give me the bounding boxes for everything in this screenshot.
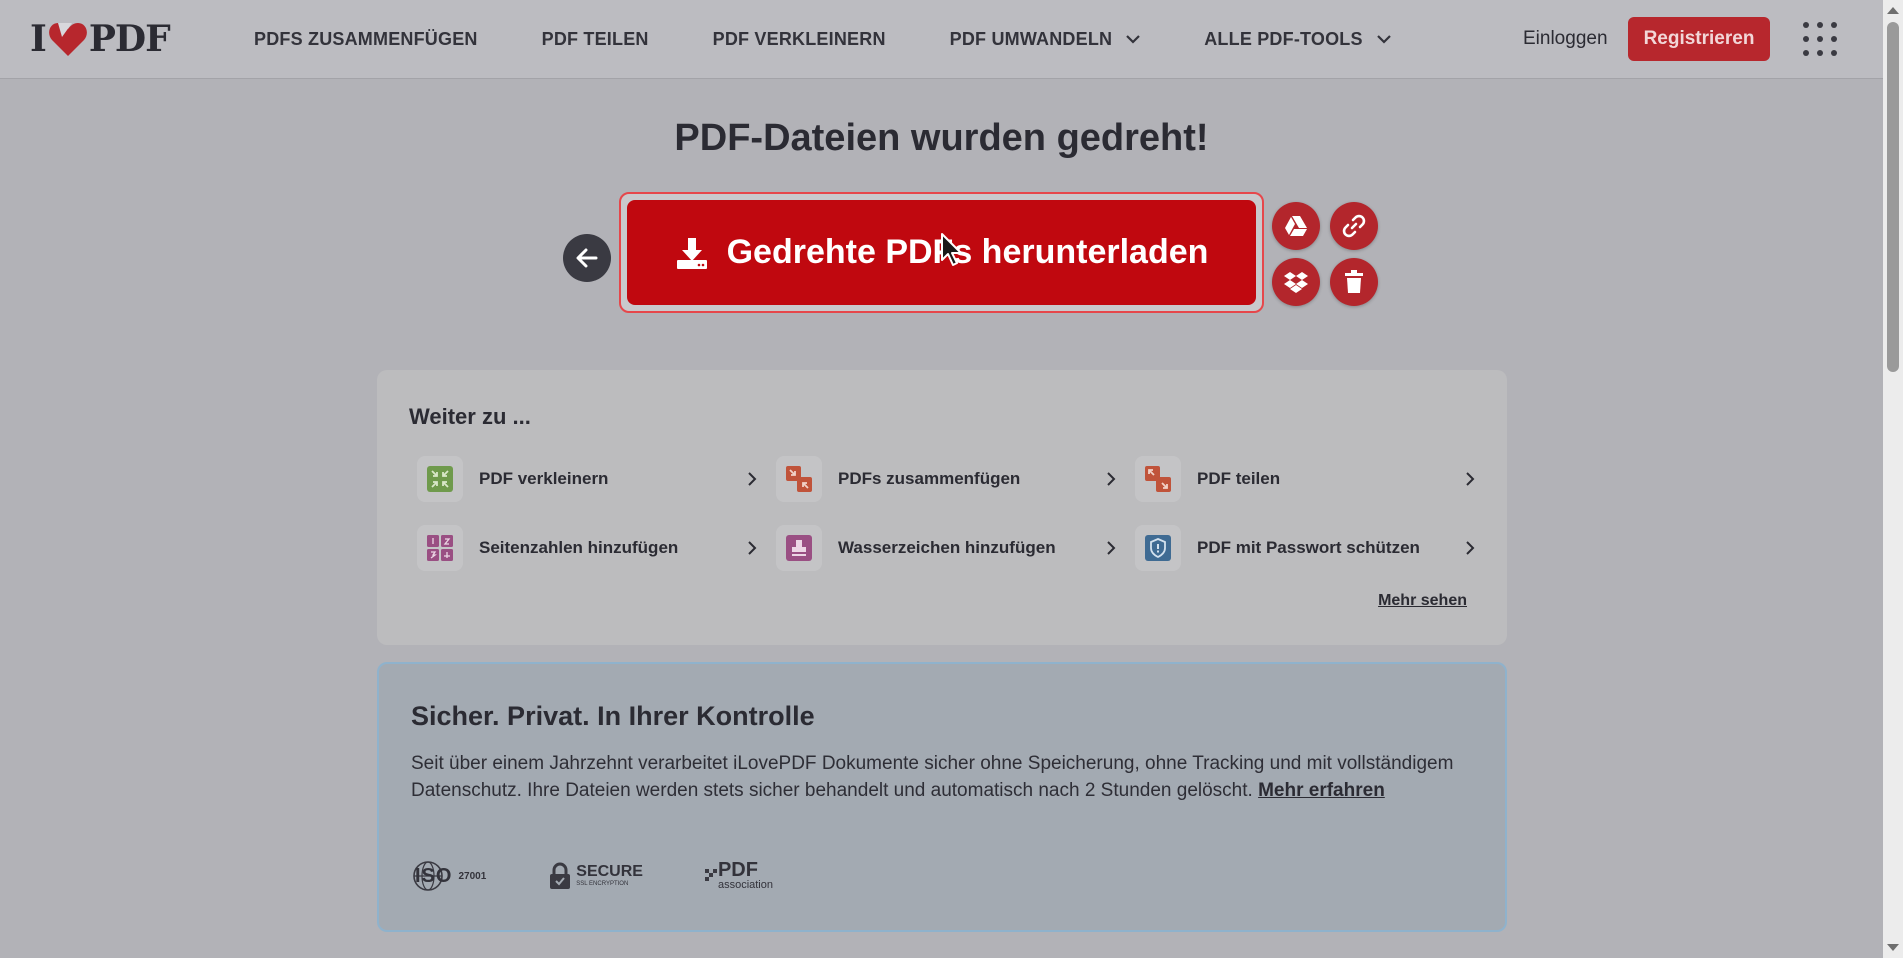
stamp-icon	[786, 535, 812, 561]
see-more-link[interactable]: Mehr sehen	[1378, 592, 1467, 610]
certification-badges: ISO 27001 SECURE SSL ENCRYPTION PDF asso…	[411, 860, 835, 892]
pdf-association-logo-icon	[704, 869, 717, 881]
tool-link-merge-pdf[interactable]: PDFs zusammenfügen	[776, 455, 1116, 503]
scroll-up-arrow-icon[interactable]	[1887, 7, 1899, 14]
mouse-cursor-icon	[941, 233, 962, 266]
learn-more-link[interactable]: Mehr erfahren	[1258, 780, 1385, 801]
security-info-card: Sicher. Privat. In Ihrer Kontrolle Seit …	[377, 662, 1507, 932]
save-to-google-drive-button[interactable]	[1272, 202, 1320, 250]
page-numbers-icon	[427, 535, 453, 561]
page-scrollbar[interactable]	[1883, 0, 1903, 958]
chevron-right-icon	[1107, 541, 1116, 555]
merge-icon	[786, 466, 812, 492]
main-nav: PDFS ZUSAMMENFÜGEN PDF TEILEN PDF VERKLE…	[254, 0, 1455, 79]
nav-merge-pdf[interactable]: PDFS ZUSAMMENFÜGEN	[254, 29, 478, 50]
shield-icon	[1145, 535, 1171, 561]
download-icon	[676, 237, 707, 269]
nav-compress-pdf[interactable]: PDF VERKLEINERN	[713, 29, 886, 50]
scroll-down-arrow-icon[interactable]	[1887, 944, 1899, 951]
continue-to-card: Weiter zu ... PDF verkleinern PDFs zusam…	[377, 370, 1507, 645]
chevron-down-icon	[1376, 35, 1391, 44]
save-to-dropbox-button[interactable]	[1272, 258, 1320, 306]
split-icon	[1145, 466, 1171, 492]
share-link-button[interactable]	[1330, 202, 1378, 250]
pdf-association-badge: PDF association	[704, 860, 773, 891]
chevron-right-icon	[1107, 472, 1116, 486]
chevron-right-icon	[748, 472, 757, 486]
top-header: I PDF PDFS ZUSAMMENFÜGEN PDF TEILEN PDF …	[0, 0, 1883, 79]
security-text: Seit über einem Jahrzehnt verarbeitet iL…	[411, 753, 1454, 801]
tool-link-split-pdf[interactable]: PDF teilen	[1135, 455, 1475, 503]
login-link[interactable]: Einloggen	[1523, 28, 1608, 50]
apps-grid-icon[interactable]	[1803, 22, 1837, 56]
nav-convert-pdf[interactable]: PDF UMWANDELN	[950, 29, 1141, 50]
iso-badge: ISO 27001	[411, 860, 486, 892]
register-button[interactable]: Registrieren	[1628, 17, 1770, 61]
logo-text: PDF	[88, 18, 171, 60]
chevron-right-icon	[1466, 472, 1475, 486]
security-title: Sicher. Privat. In Ihrer Kontrolle	[411, 701, 815, 731]
trash-icon	[1345, 270, 1363, 293]
chevron-down-icon	[1126, 35, 1141, 44]
lock-icon	[550, 862, 571, 889]
chevron-right-icon	[748, 541, 757, 555]
link-icon	[1342, 214, 1366, 238]
ilovepdf-logo[interactable]: I PDF	[30, 18, 171, 60]
nav-split-pdf[interactable]: PDF TEILEN	[542, 29, 649, 50]
delete-files-button[interactable]	[1330, 258, 1378, 306]
dropbox-icon	[1284, 272, 1308, 293]
scrollbar-thumb[interactable]	[1887, 22, 1899, 372]
compress-icon	[427, 466, 453, 492]
continue-title: Weiter zu ...	[409, 404, 531, 429]
tool-link-protect-pdf[interactable]: PDF mit Passwort schützen	[1135, 524, 1475, 572]
tool-link-compress-pdf[interactable]: PDF verkleinern	[417, 455, 757, 503]
arrow-left-icon	[576, 248, 598, 268]
tool-link-watermark[interactable]: Wasserzeichen hinzufügen	[776, 524, 1116, 572]
ssl-badge: SECURE SSL ENCRYPTION	[548, 862, 643, 890]
nav-all-tools[interactable]: ALLE PDF-TOOLS	[1204, 29, 1391, 50]
logo-letter: I	[30, 18, 47, 60]
heart-logo-icon	[48, 23, 87, 56]
chevron-right-icon	[1466, 541, 1475, 555]
tool-link-page-numbers[interactable]: Seitenzahlen hinzufügen	[417, 524, 757, 572]
google-drive-icon	[1285, 216, 1307, 236]
back-button[interactable]	[563, 234, 611, 282]
page-title: PDF-Dateien wurden gedreht!	[674, 117, 1209, 159]
download-label: Gedrehte PDFs herunterladen	[726, 233, 1209, 271]
